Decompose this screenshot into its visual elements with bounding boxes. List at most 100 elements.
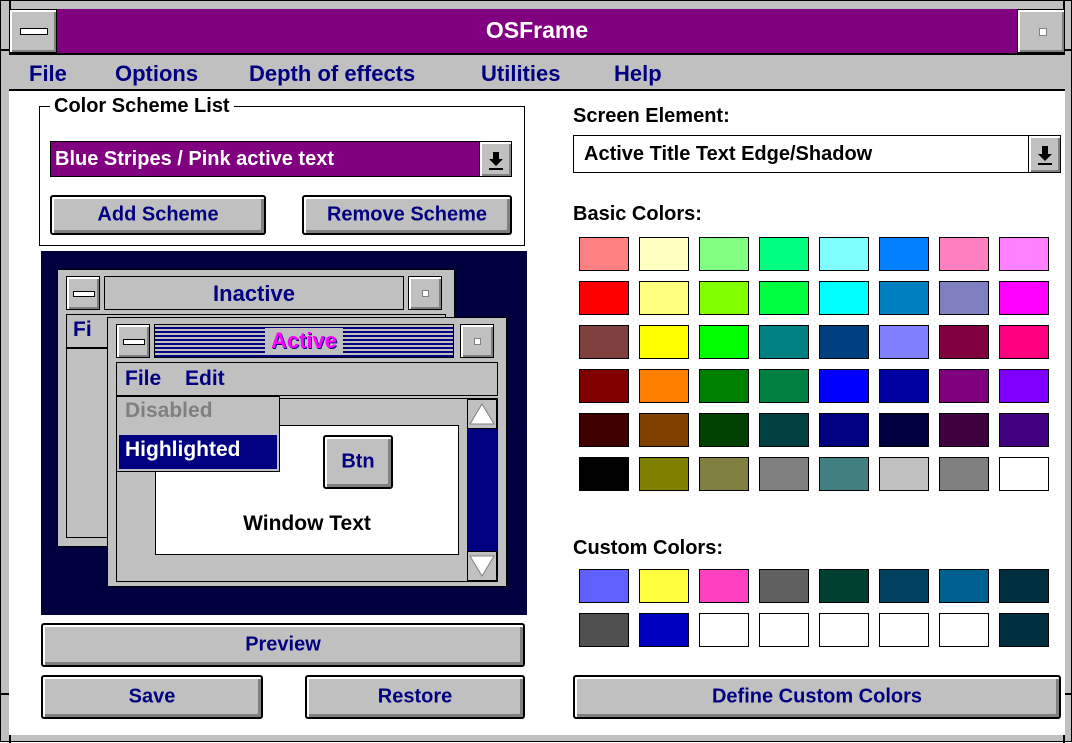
basic-color-swatch[interactable]	[759, 369, 809, 403]
preview-highlighted-item: Highlighted	[119, 435, 277, 469]
menu-options[interactable]: Options	[115, 61, 198, 87]
restore-scheme-button[interactable]: Restore	[305, 675, 525, 719]
basic-color-swatch[interactable]	[879, 413, 929, 447]
preview-window-text: Window Text	[243, 512, 371, 535]
restore-button-label: Restore	[377, 685, 453, 708]
basic-color-swatch[interactable]	[639, 325, 689, 359]
preview-scrollbar	[467, 399, 497, 581]
basic-color-swatch[interactable]	[999, 369, 1049, 403]
menu-file[interactable]: File	[29, 61, 67, 87]
basic-color-swatch[interactable]	[759, 281, 809, 315]
preview-scroll-down-icon	[467, 551, 497, 581]
basic-color-swatch[interactable]	[699, 369, 749, 403]
preview-inactive-title: Inactive	[104, 276, 404, 310]
custom-color-swatch[interactable]	[579, 613, 629, 647]
preview-menu-file: File	[125, 367, 162, 390]
define-custom-colors-button[interactable]: Define Custom Colors	[573, 675, 1061, 719]
frame-notch	[1063, 1, 1065, 9]
basic-color-swatch[interactable]	[939, 281, 989, 315]
basic-color-swatch[interactable]	[759, 237, 809, 271]
frame-notch	[1065, 49, 1072, 51]
preview-button-label: Preview	[245, 633, 321, 656]
preview-restore-icon	[408, 276, 442, 310]
frame-notch	[1065, 693, 1072, 695]
basic-color-swatch[interactable]	[579, 281, 629, 315]
basic-color-swatch[interactable]	[819, 281, 869, 315]
basic-color-swatch[interactable]	[879, 325, 929, 359]
basic-color-swatch[interactable]	[819, 457, 869, 491]
save-button[interactable]: Save	[41, 675, 263, 719]
basic-color-swatch[interactable]	[939, 237, 989, 271]
restore-button[interactable]	[1017, 9, 1065, 53]
add-scheme-label: Add Scheme	[97, 203, 219, 226]
basic-color-swatch[interactable]	[699, 457, 749, 491]
basic-color-swatch[interactable]	[999, 281, 1049, 315]
custom-color-swatch[interactable]	[879, 613, 929, 647]
custom-color-swatch[interactable]	[759, 613, 809, 647]
remove-scheme-button[interactable]: Remove Scheme	[302, 195, 512, 235]
custom-color-swatch[interactable]	[759, 569, 809, 603]
screen-element-dropdown-arrow[interactable]	[1028, 136, 1060, 172]
basic-color-swatch[interactable]	[879, 369, 929, 403]
basic-color-swatch[interactable]	[639, 369, 689, 403]
menu-help[interactable]: Help	[614, 61, 662, 87]
basic-color-swatch[interactable]	[579, 369, 629, 403]
custom-color-swatch[interactable]	[699, 569, 749, 603]
custom-color-swatch[interactable]	[819, 569, 869, 603]
color-scheme-group: Color Scheme List Blue Stripes / Pink ac…	[39, 95, 525, 246]
frame-notch	[1, 49, 9, 51]
preview-dropdown-menu: Disabled Highlighted	[116, 396, 280, 472]
preview-system-menu-icon	[116, 324, 150, 358]
basic-color-swatch[interactable]	[759, 457, 809, 491]
basic-color-swatch[interactable]	[759, 325, 809, 359]
basic-color-swatch[interactable]	[939, 457, 989, 491]
basic-color-swatch[interactable]	[819, 237, 869, 271]
screen-element-select[interactable]: Active Title Text Edge/Shadow	[573, 135, 1061, 173]
basic-color-swatch[interactable]	[759, 413, 809, 447]
basic-color-swatch[interactable]	[579, 413, 629, 447]
basic-color-swatch[interactable]	[819, 325, 869, 359]
custom-color-swatch[interactable]	[819, 613, 869, 647]
basic-color-swatch[interactable]	[639, 413, 689, 447]
basic-color-swatch[interactable]	[579, 237, 629, 271]
basic-color-swatch[interactable]	[879, 281, 929, 315]
title-bar[interactable]: OSFrame	[9, 9, 1065, 55]
basic-color-swatch[interactable]	[999, 413, 1049, 447]
custom-color-swatch[interactable]	[939, 569, 989, 603]
basic-color-swatch[interactable]	[699, 413, 749, 447]
menu-bar: File Options Depth of effects Utilities …	[9, 57, 1065, 91]
color-scheme-select[interactable]: Blue Stripes / Pink active text	[50, 141, 512, 177]
basic-color-swatch[interactable]	[939, 413, 989, 447]
custom-color-swatch[interactable]	[999, 569, 1049, 603]
custom-color-swatch[interactable]	[999, 613, 1049, 647]
basic-color-swatch[interactable]	[639, 457, 689, 491]
basic-color-swatch[interactable]	[699, 281, 749, 315]
color-scheme-dropdown-arrow[interactable]	[479, 142, 511, 176]
basic-color-swatch[interactable]	[999, 457, 1049, 491]
add-scheme-button[interactable]: Add Scheme	[50, 195, 266, 235]
basic-color-swatch[interactable]	[999, 325, 1049, 359]
basic-color-swatch[interactable]	[939, 369, 989, 403]
basic-color-swatch[interactable]	[819, 369, 869, 403]
custom-color-swatch[interactable]	[639, 613, 689, 647]
preview-button[interactable]: Preview	[41, 623, 525, 667]
custom-color-swatch[interactable]	[879, 569, 929, 603]
custom-color-swatch[interactable]	[939, 613, 989, 647]
basic-color-swatch[interactable]	[879, 237, 929, 271]
basic-color-swatch[interactable]	[639, 237, 689, 271]
basic-color-swatch[interactable]	[579, 325, 629, 359]
client-area: Color Scheme List Blue Stripes / Pink ac…	[9, 91, 1065, 735]
basic-color-swatch[interactable]	[639, 281, 689, 315]
custom-color-swatch[interactable]	[699, 613, 749, 647]
basic-color-swatch[interactable]	[699, 237, 749, 271]
basic-color-swatch[interactable]	[699, 325, 749, 359]
basic-color-swatch[interactable]	[819, 413, 869, 447]
basic-color-swatch[interactable]	[879, 457, 929, 491]
basic-color-swatch[interactable]	[579, 457, 629, 491]
basic-color-swatch[interactable]	[999, 237, 1049, 271]
basic-color-swatch[interactable]	[939, 325, 989, 359]
custom-color-swatch[interactable]	[579, 569, 629, 603]
custom-color-swatch[interactable]	[639, 569, 689, 603]
menu-depth-of-effects[interactable]: Depth of effects	[249, 61, 415, 87]
menu-utilities[interactable]: Utilities	[481, 61, 560, 87]
